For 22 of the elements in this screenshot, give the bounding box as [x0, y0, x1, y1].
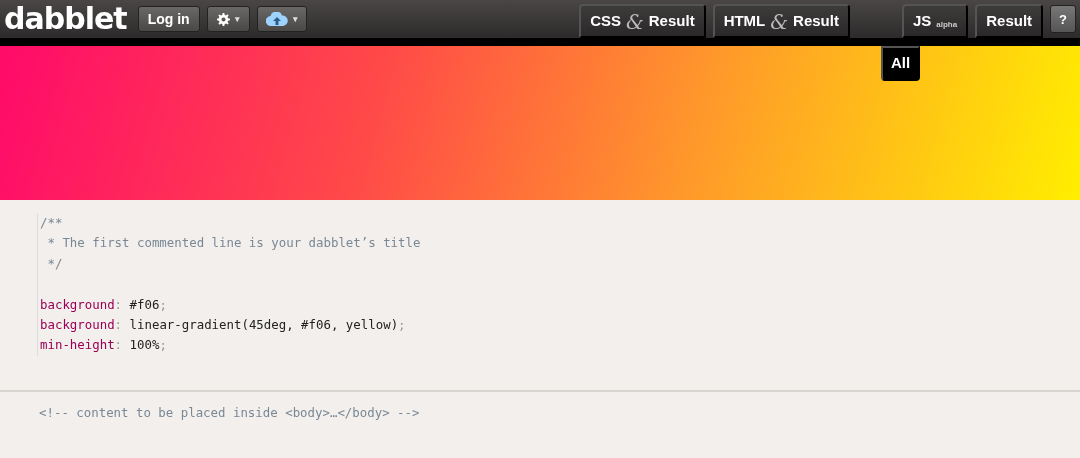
- all-view-button[interactable]: All: [881, 46, 921, 81]
- logo[interactable]: dabblet: [4, 4, 127, 34]
- css-editor[interactable]: /** * The first commented line is your dabblet’s title */ background: #f06; background: linear-gradient(45deg, #f06, yellow); min-height: 100%;: [0, 200, 1080, 392]
- code-comment: /**: [40, 214, 63, 232]
- caret-icon: ▾: [234, 14, 240, 24]
- help-button[interactable]: ?: [1050, 5, 1076, 33]
- code-line: background: #f06;: [40, 295, 167, 314]
- settings-button[interactable]: ▾: [206, 6, 250, 32]
- code-line: background: linear-gradient(45deg, #f06, yellow);: [40, 316, 406, 334]
- gear-icon: [216, 12, 230, 26]
- login-button[interactable]: Log in: [137, 6, 200, 32]
- caret-icon: ▾: [292, 14, 298, 24]
- cloud-upload-icon: [265, 12, 288, 26]
- code-line: min-height: 100%;: [40, 336, 167, 355]
- code-comment: */: [46, 254, 63, 273]
- cloud-button[interactable]: ▾: [256, 6, 307, 32]
- view-tab[interactable]: Result: [975, 4, 1044, 38]
- code-comment: * The first commented line is your dabblet’s title: [46, 234, 421, 253]
- view-tab[interactable]: CSS & Result: [579, 4, 706, 38]
- view-tab[interactable]: HTML & Result: [712, 4, 850, 38]
- code-comment: <!-- content to be placed inside <body>…</body> -->: [39, 404, 420, 422]
- view-tab[interactable]: JS$_{alpha}$: [901, 4, 969, 38]
